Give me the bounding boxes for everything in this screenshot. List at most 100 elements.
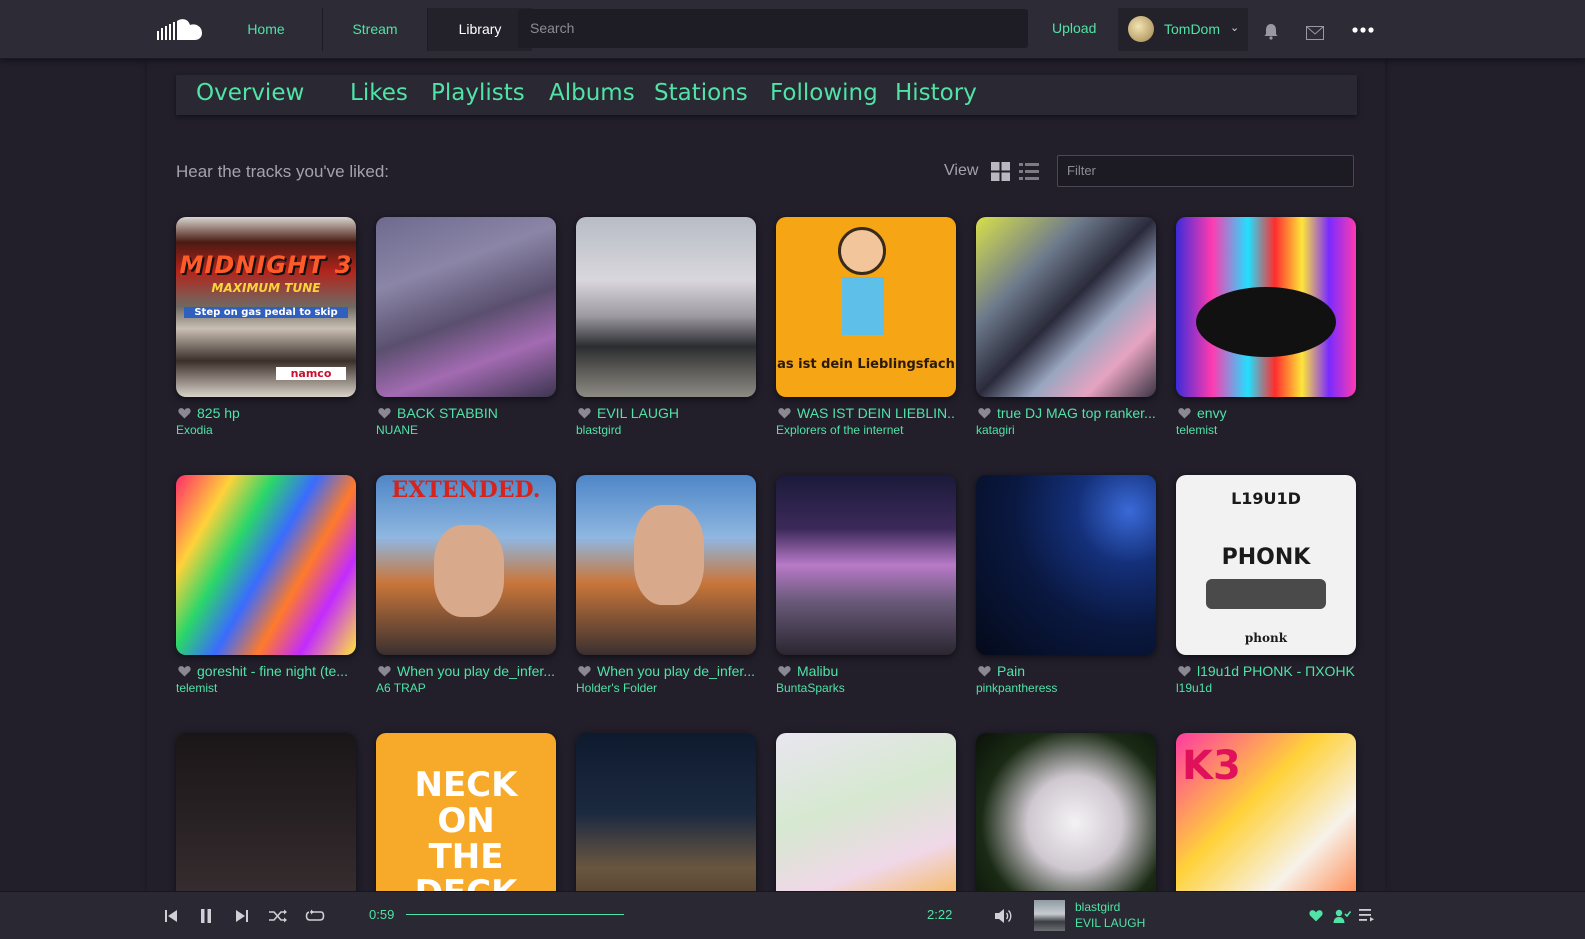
track-card[interactable] xyxy=(176,733,356,913)
progress-bar[interactable] xyxy=(406,914,926,916)
track-title[interactable]: l19u1d PHONK - ПXOHK xyxy=(1176,662,1356,680)
user-menu[interactable]: TomDom ⌄ xyxy=(1118,8,1248,51)
tab-following[interactable]: Following xyxy=(770,80,878,106)
track-artwork[interactable] xyxy=(976,475,1156,655)
track-artist[interactable]: l19u1d xyxy=(1176,681,1356,695)
volume-icon[interactable] xyxy=(993,907,1013,925)
soundcloud-logo[interactable] xyxy=(157,17,203,41)
track-artwork[interactable] xyxy=(776,475,956,655)
track-artwork[interactable] xyxy=(576,217,756,397)
track-artwork[interactable]: as ist dein Lieblingsfach xyxy=(776,217,956,397)
heart-icon[interactable] xyxy=(178,407,191,419)
track-title[interactable]: envy xyxy=(1176,404,1356,422)
track-artist[interactable]: Exodia xyxy=(176,423,356,437)
now-playing-artist[interactable]: blastgird xyxy=(1075,900,1120,914)
track-artist[interactable]: NUANE xyxy=(376,423,556,437)
heart-icon[interactable] xyxy=(578,665,591,677)
track-artwork[interactable]: EXTENDED. xyxy=(376,475,556,655)
track-card[interactable]: EVIL LAUGH blastgird xyxy=(576,217,756,437)
track-title[interactable]: When you play de_infer... xyxy=(376,662,556,680)
track-title[interactable]: Pain xyxy=(976,662,1156,680)
skip-forward-icon[interactable] xyxy=(233,907,251,925)
track-card[interactable] xyxy=(776,733,956,913)
heart-icon[interactable] xyxy=(1178,407,1191,419)
nav-library[interactable]: Library xyxy=(428,8,532,51)
track-title[interactable]: WAS IST DEIN LIEBLIN... xyxy=(776,404,956,422)
track-artist[interactable]: telemist xyxy=(1176,423,1356,437)
track-card[interactable]: as ist dein Lieblingsfach WAS IST DEIN L… xyxy=(776,217,956,437)
queue-icon[interactable] xyxy=(1359,908,1375,922)
tab-likes[interactable]: Likes xyxy=(350,80,408,106)
track-card[interactable] xyxy=(976,733,1156,913)
mail-icon[interactable] xyxy=(1306,24,1324,42)
upload-link[interactable]: Upload xyxy=(1052,20,1096,36)
track-artwork[interactable] xyxy=(176,475,356,655)
heart-icon[interactable] xyxy=(978,407,991,419)
repeat-icon[interactable] xyxy=(305,907,325,925)
pause-icon[interactable] xyxy=(197,907,215,925)
track-title[interactable]: BACK STABBIN xyxy=(376,404,556,422)
track-card[interactable]: K3 xyxy=(1176,733,1356,913)
heart-icon[interactable] xyxy=(378,665,391,677)
shuffle-icon[interactable] xyxy=(268,907,288,925)
track-artwork[interactable] xyxy=(576,733,756,913)
track-card[interactable]: BACK STABBIN NUANE xyxy=(376,217,556,437)
track-card[interactable]: envy telemist xyxy=(1176,217,1356,437)
track-artist[interactable]: BuntaSparks xyxy=(776,681,956,695)
tab-albums[interactable]: Albums xyxy=(549,80,635,106)
heart-icon[interactable] xyxy=(378,407,391,419)
track-artist[interactable]: A6 TRAP xyxy=(376,681,556,695)
track-artwork[interactable]: MIDNIGHT 3 MAXIMUM TUNE Step on gas peda… xyxy=(176,217,356,397)
track-artist[interactable]: pinkpantheress xyxy=(976,681,1156,695)
track-title[interactable]: When you play de_infer... xyxy=(576,662,756,680)
track-artwork[interactable]: NECK ON THE DECK xyxy=(376,733,556,913)
follow-user-icon[interactable] xyxy=(1333,907,1351,925)
tab-playlists[interactable]: Playlists xyxy=(431,80,525,106)
skip-back-icon[interactable] xyxy=(162,907,180,925)
track-artwork[interactable] xyxy=(576,475,756,655)
heart-icon[interactable] xyxy=(178,665,191,677)
heart-icon[interactable] xyxy=(1178,665,1191,677)
track-artwork[interactable] xyxy=(776,733,956,913)
heart-icon[interactable] xyxy=(778,407,791,419)
now-playing-title[interactable]: EVIL LAUGH xyxy=(1075,916,1145,930)
now-playing-artwork[interactable] xyxy=(1034,900,1065,931)
track-artist[interactable]: telemist xyxy=(176,681,356,695)
track-artist[interactable]: blastgird xyxy=(576,423,756,437)
track-artwork[interactable] xyxy=(976,733,1156,913)
track-card[interactable]: Malibu BuntaSparks xyxy=(776,475,956,695)
bell-icon[interactable] xyxy=(1262,22,1280,40)
grid-view-icon[interactable] xyxy=(991,162,1010,181)
tab-stations[interactable]: Stations xyxy=(654,80,748,106)
track-card[interactable]: EXTENDED. When you play de_infer... A6 T… xyxy=(376,475,556,695)
track-artwork[interactable] xyxy=(976,217,1156,397)
tab-overview[interactable]: Overview xyxy=(196,80,304,106)
track-artwork[interactable]: K3 xyxy=(1176,733,1356,913)
track-title[interactable]: 825 hp xyxy=(176,404,356,422)
filter-input[interactable]: Filter xyxy=(1057,155,1354,187)
list-view-icon[interactable] xyxy=(1019,162,1039,181)
heart-icon[interactable] xyxy=(978,665,991,677)
track-card[interactable]: L19U1D PHONK phonk l19u1d PHONK - ПXOHK … xyxy=(1176,475,1356,695)
track-card[interactable]: Pain pinkpantheress xyxy=(976,475,1156,695)
track-title[interactable]: true DJ MAG top ranker... xyxy=(976,404,1156,422)
track-card[interactable] xyxy=(576,733,756,913)
track-card[interactable]: MIDNIGHT 3 MAXIMUM TUNE Step on gas peda… xyxy=(176,217,356,437)
track-title[interactable]: Malibu xyxy=(776,662,956,680)
track-artwork[interactable] xyxy=(1176,217,1356,397)
heart-icon[interactable] xyxy=(1309,909,1323,922)
track-artist[interactable]: Explorers of the internet xyxy=(776,423,956,437)
track-artwork[interactable] xyxy=(376,217,556,397)
tab-history[interactable]: History xyxy=(895,80,977,106)
nav-home[interactable]: Home xyxy=(210,8,322,51)
heart-icon[interactable] xyxy=(778,665,791,677)
nav-stream[interactable]: Stream xyxy=(323,8,427,51)
track-artwork[interactable] xyxy=(176,733,356,913)
track-card[interactable]: When you play de_infer... Holder's Folde… xyxy=(576,475,756,695)
track-artist[interactable]: katagiri xyxy=(976,423,1156,437)
track-title[interactable]: goreshit - fine night (te... xyxy=(176,662,356,680)
track-title[interactable]: EVIL LAUGH xyxy=(576,404,756,422)
track-artwork[interactable]: L19U1D PHONK phonk xyxy=(1176,475,1356,655)
track-card[interactable]: goreshit - fine night (te... telemist xyxy=(176,475,356,695)
track-card[interactable]: NECK ON THE DECK xyxy=(376,733,556,913)
